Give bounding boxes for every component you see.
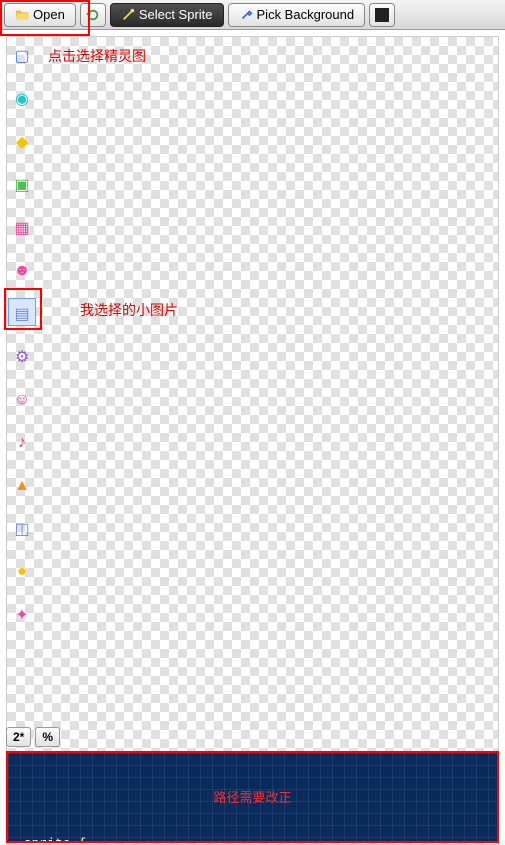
swatch-icon (375, 8, 389, 22)
wallet-icon[interactable]: ▢ (10, 44, 34, 68)
gift-icon[interactable]: ▦ (10, 216, 34, 240)
doc-icon[interactable]: ▤ (10, 302, 34, 326)
percent-button[interactable]: % (35, 727, 60, 747)
refresh-button[interactable] (80, 3, 106, 27)
pick-background-button[interactable]: Pick Background (228, 3, 366, 27)
bottom-controls: 2* % (6, 727, 60, 747)
toolbar: Open Select Sprite Pick Background (0, 0, 505, 30)
sprite-canvas[interactable] (6, 36, 499, 845)
folder-open-icon (15, 8, 29, 22)
cloud-icon[interactable]: ◉ (10, 87, 34, 111)
zoom-button[interactable]: 2* (6, 727, 31, 747)
flame-icon[interactable]: ▲ (10, 474, 34, 498)
color-swatch-button[interactable] (369, 3, 395, 27)
code-line-selector: .sprite { (16, 836, 489, 843)
smile-icon[interactable]: ☺ (10, 388, 34, 412)
sprite-strip: ▢ ◉ ◆ ▣ ▦ ☻ ▤ ⚙ ☺ ♪ ▲ ◫ ● ✦ (10, 44, 36, 627)
open-label: Open (33, 7, 65, 22)
refresh-icon (86, 8, 100, 22)
robot-icon[interactable]: ◫ (10, 517, 34, 541)
annotation-path-hint: 路径需要改正 (16, 787, 489, 806)
star-icon[interactable]: ✦ (10, 603, 34, 627)
gear-icon[interactable]: ⚙ (10, 345, 34, 369)
select-sprite-label: Select Sprite (139, 7, 213, 22)
css-output-panel[interactable]: 路径需要改正 .sprite { background: url('imgs/精… (6, 751, 499, 843)
face-icon[interactable]: ☻ (10, 259, 34, 283)
eyedropper-icon (239, 8, 253, 22)
open-button[interactable]: Open (4, 3, 76, 27)
select-sprite-button[interactable]: Select Sprite (110, 3, 224, 27)
wand-icon (121, 8, 135, 22)
pick-background-label: Pick Background (257, 7, 355, 22)
coin-icon[interactable]: ● (10, 560, 34, 584)
bag-icon[interactable]: ▣ (10, 173, 34, 197)
music-icon[interactable]: ♪ (10, 431, 34, 455)
pin-icon[interactable]: ◆ (10, 130, 34, 154)
